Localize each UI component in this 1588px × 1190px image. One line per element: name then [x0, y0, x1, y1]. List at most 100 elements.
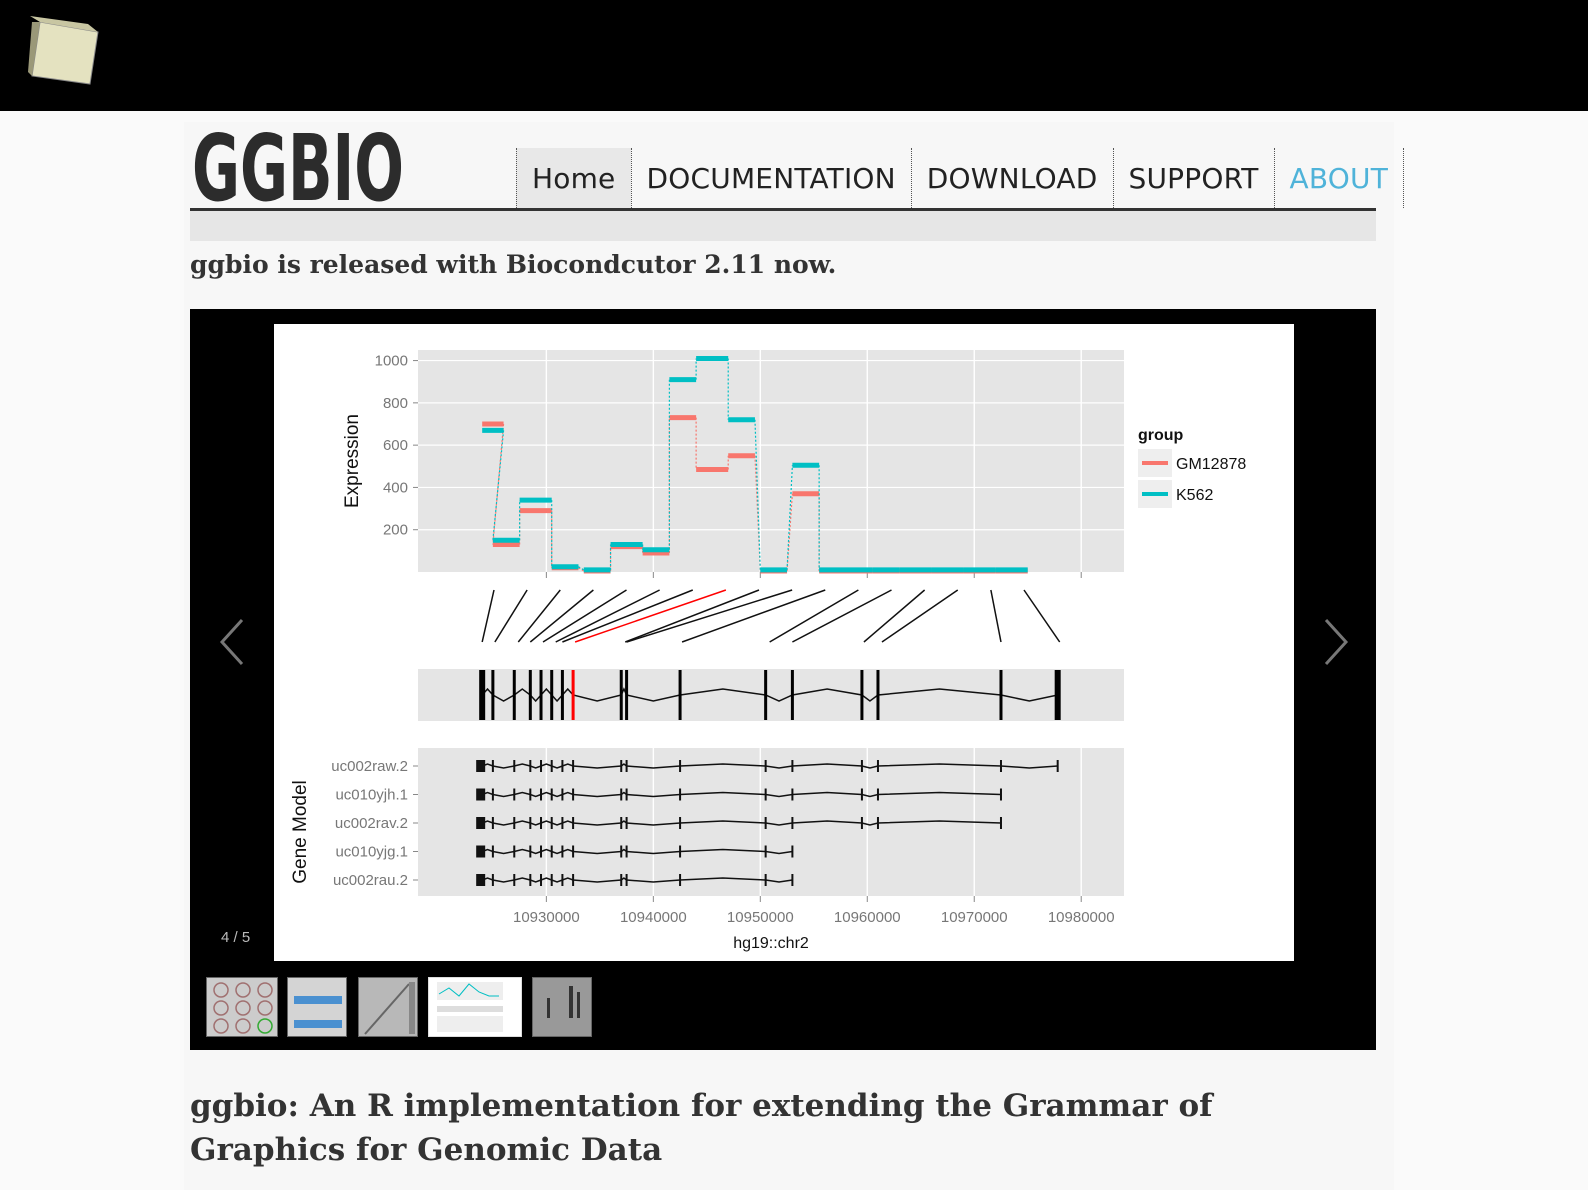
transcript-exon: [876, 788, 879, 801]
x-axis-label: hg19::chr2: [733, 935, 809, 952]
y-tick-label: 600: [383, 437, 408, 454]
transcript-label: uc002raw.2: [331, 758, 408, 775]
overview-exon: [550, 670, 554, 720]
transcript-exon: [550, 760, 553, 772]
transcript-exon: [625, 845, 628, 858]
overview-exon: [491, 670, 495, 720]
transcript-exon: [529, 788, 532, 801]
nav-about[interactable]: ABOUT: [1273, 148, 1405, 208]
top-black-bar: [0, 0, 1588, 111]
sub-nav-bar: [190, 211, 1376, 241]
thumbnail-peaks-image: [547, 986, 580, 1018]
nav-documentation[interactable]: DOCUMENTATION: [630, 148, 911, 208]
transcript-label: uc002rav.2: [335, 815, 408, 832]
ggbio-tracks-chart: 200 400 600 800 1000 Expression group GM12878 K5…: [290, 350, 1246, 952]
transcript-exon: [529, 874, 532, 886]
transcript-exon: [791, 760, 794, 772]
ggbio-logo[interactable]: GGBIO: [192, 124, 412, 208]
cube-app-icon[interactable]: [26, 14, 102, 86]
transcript-exon: [620, 845, 623, 858]
chevron-right-icon[interactable]: [1316, 614, 1356, 670]
transcript-label: uc002rau.2: [333, 872, 408, 889]
overview-exon: [790, 670, 794, 720]
transcript-exon: [550, 874, 553, 886]
transcript-exon: [572, 817, 575, 829]
transcript-exon: [529, 817, 532, 829]
overview-exon-highlight: [571, 670, 575, 720]
transcript-exon: [764, 760, 767, 772]
x-tick-label: 10970000: [941, 909, 1008, 926]
transcript-exon: [625, 817, 628, 829]
thumbnail-3[interactable]: [358, 977, 418, 1037]
transcript-exon: [764, 874, 767, 886]
transcript-exon: [791, 845, 794, 858]
overview-track-bg: [418, 669, 1124, 721]
transcript-exon: [625, 874, 628, 886]
thumbnail-bars-image: [294, 996, 342, 1028]
transcript-exon: [1056, 760, 1059, 772]
thumbnail-4-active[interactable]: [428, 977, 522, 1037]
transcript-label: uc010yjg.1: [335, 844, 408, 861]
nav-support[interactable]: SUPPORT: [1112, 148, 1274, 208]
transcript-exon: [679, 845, 682, 858]
transcript-exon: [999, 788, 1002, 801]
transcript-exon: [561, 817, 564, 829]
transcript-exon: [620, 817, 623, 829]
transcript-exon: [620, 788, 623, 801]
transcript-exon: [513, 760, 516, 772]
legend-title: group: [1138, 427, 1184, 444]
svg-text:GGBIO: GGBIO: [192, 124, 404, 208]
y-tick-label: 1000: [375, 353, 408, 370]
overview-exon: [539, 670, 543, 720]
thumbnail-1[interactable]: [206, 977, 278, 1037]
transcript-exon: [561, 845, 564, 858]
x-tick-label: 10980000: [1048, 909, 1115, 926]
transcript-exon: [572, 874, 575, 886]
overview-exon: [619, 670, 623, 720]
thumbnail-5[interactable]: [532, 977, 592, 1037]
transcript-exon: [679, 874, 682, 886]
x-tick-label: 10950000: [727, 909, 794, 926]
transcript-exon: [620, 760, 623, 772]
transcript-exon: [513, 845, 516, 858]
nav-download[interactable]: DOWNLOAD: [910, 148, 1113, 208]
y-tick-label: 800: [383, 395, 408, 412]
overview-exon: [999, 670, 1003, 720]
mapping-line: [769, 589, 859, 643]
thumbnail-circles-image: [213, 982, 273, 1034]
overview-exon: [1054, 670, 1061, 720]
y-tick-label: 400: [383, 479, 408, 496]
transcript-exon: [625, 760, 628, 772]
transcript-exon: [764, 817, 767, 829]
chevron-left-icon[interactable]: [212, 614, 252, 670]
transcript-exon: [791, 788, 794, 801]
mapping-line: [990, 589, 1002, 643]
gene-model-axis-label: Gene Model: [290, 780, 311, 884]
transcript-exon: [529, 760, 532, 772]
y-tick-label: 200: [383, 522, 408, 539]
nav-home[interactable]: Home: [516, 148, 631, 208]
overview-exon: [678, 670, 682, 720]
overview-exon: [860, 670, 864, 720]
transcript-exon: [999, 760, 1002, 772]
overview-exon: [764, 670, 768, 720]
mapping-line: [481, 589, 495, 643]
legend-label: GM12878: [1176, 456, 1246, 473]
main-nav: Home DOCUMENTATION DOWNLOAD SUPPORT ABOU…: [516, 148, 1405, 208]
transcript-exon: [860, 760, 863, 772]
transcript-exon: [572, 760, 575, 772]
slide-counter: 4 / 5: [221, 929, 251, 946]
transcript-exon: [540, 845, 543, 858]
transcript-exon: [540, 817, 543, 829]
overview-exon: [625, 670, 629, 720]
thumbnail-2[interactable]: [287, 977, 347, 1037]
transcript-exon: [876, 760, 879, 772]
transcript-exon: [764, 788, 767, 801]
transcript-exon: [791, 874, 794, 886]
transcript-exon: [791, 817, 794, 829]
mapping-line: [1023, 589, 1061, 643]
transcript-exon: [550, 788, 553, 801]
overview-exon: [479, 670, 486, 720]
transcript-exon: [999, 817, 1002, 829]
transcript-exon: [860, 817, 863, 829]
